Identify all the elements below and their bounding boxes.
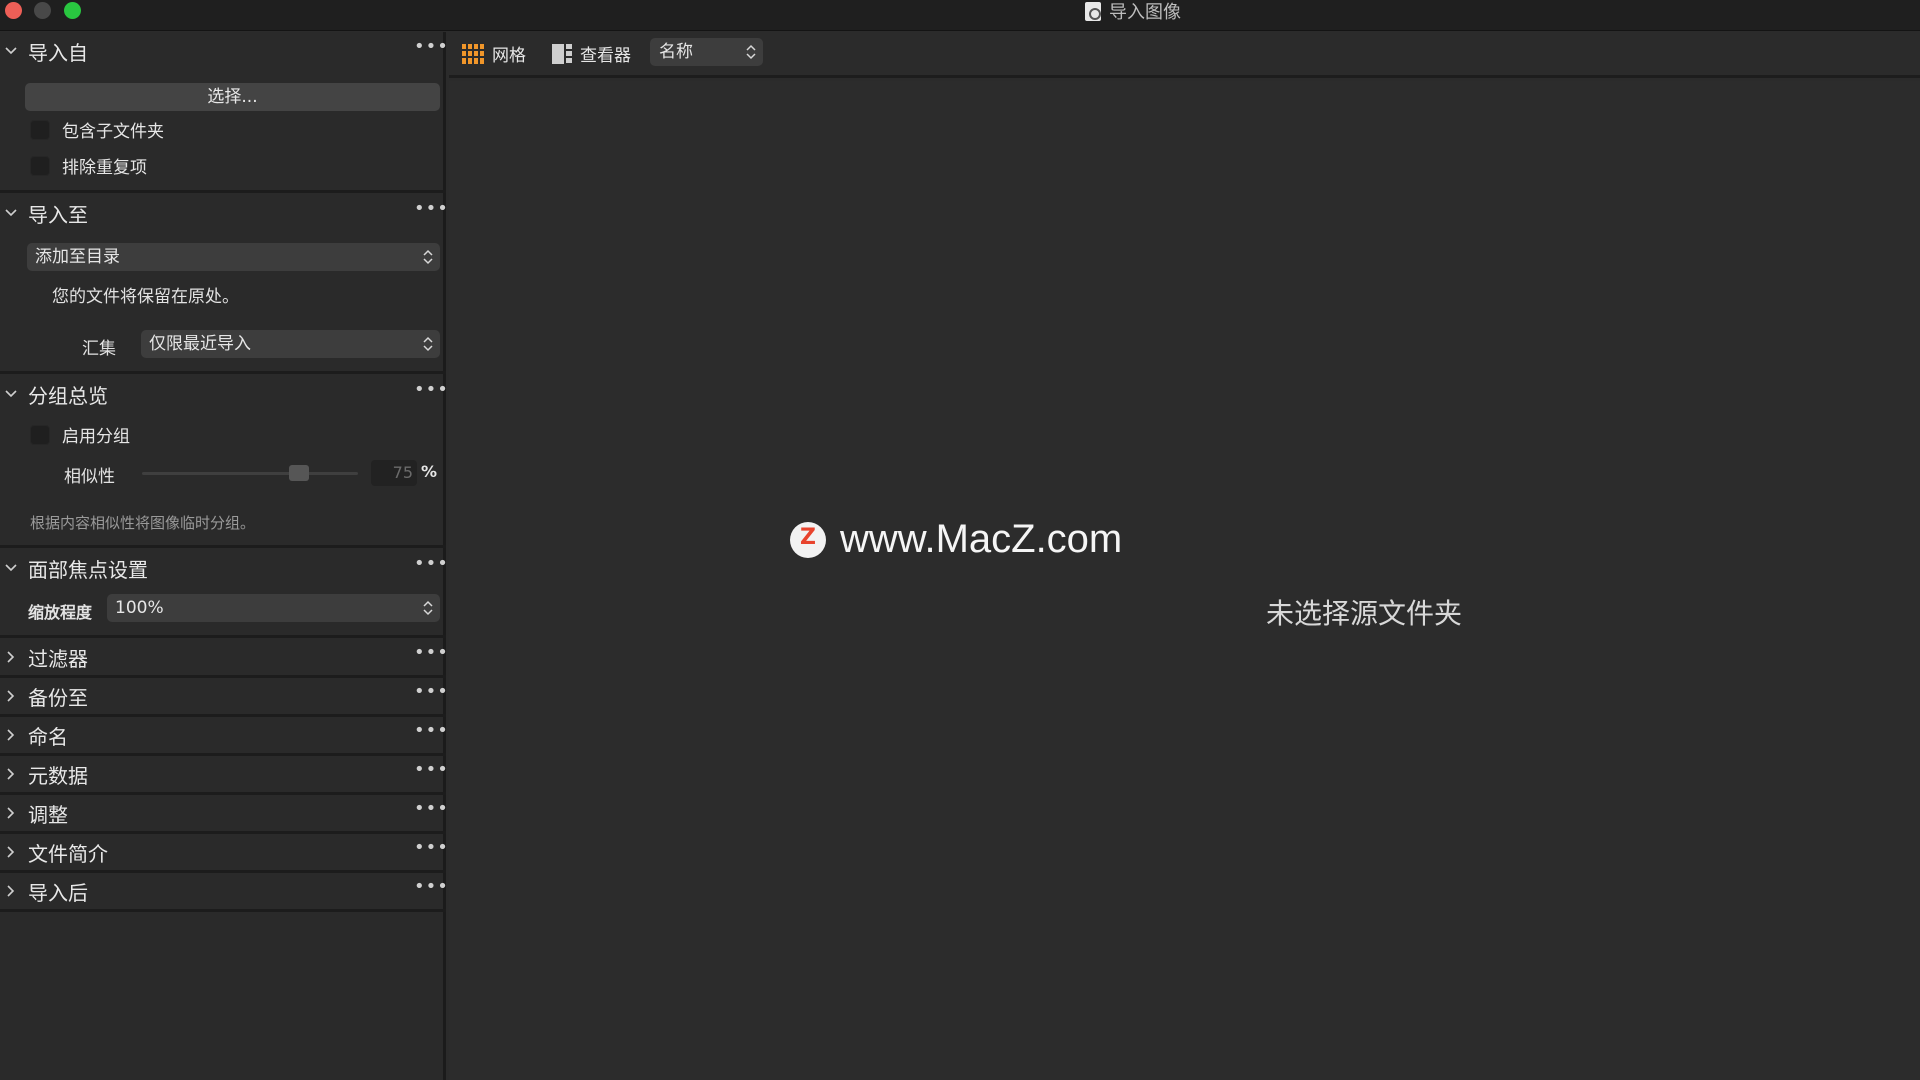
section-import-to-header[interactable]: 导入至 ••• bbox=[0, 194, 448, 232]
macz-logo-icon: Z bbox=[790, 521, 826, 558]
grid-view-label: 网格 bbox=[492, 46, 526, 66]
section-metadata-header[interactable]: 元数据 ••• bbox=[0, 755, 448, 793]
zoom-level-label: 缩放程度 bbox=[28, 603, 93, 622]
more-options-icon[interactable]: ••• bbox=[414, 381, 448, 404]
choose-source-button[interactable]: 选择... bbox=[25, 83, 440, 111]
zoom-level-value: 100% bbox=[115, 598, 164, 618]
viewer-label: 查看器 bbox=[580, 46, 631, 66]
section-adjust-header[interactable]: 调整 ••• bbox=[0, 794, 448, 832]
collection-value: 仅限最近导入 bbox=[149, 334, 251, 354]
enable-grouping-checkbox[interactable] bbox=[30, 424, 50, 445]
window-title: 导入图像 bbox=[1109, 2, 1181, 23]
more-options-icon[interactable]: ••• bbox=[414, 38, 448, 61]
enable-grouping-label: 启用分组 bbox=[62, 427, 130, 447]
viewer-button[interactable]: 查看器 bbox=[552, 41, 631, 66]
chevron-down-icon bbox=[5, 390, 17, 398]
section-title: 备份至 bbox=[28, 685, 88, 710]
zoom-level-select[interactable]: 100% bbox=[107, 594, 440, 622]
exclude-duplicates-checkbox[interactable] bbox=[30, 155, 50, 176]
updown-arrows-icon bbox=[746, 44, 756, 60]
section-divider bbox=[0, 371, 446, 374]
collection-label: 汇集 bbox=[82, 339, 116, 359]
enable-grouping-row[interactable]: 启用分组 bbox=[30, 422, 130, 447]
chevron-down-icon bbox=[5, 209, 17, 217]
section-divider bbox=[0, 190, 446, 193]
chevron-right-icon bbox=[7, 885, 15, 897]
exclude-duplicates-row[interactable]: 排除重复项 bbox=[30, 153, 147, 178]
section-backup-header[interactable]: 备份至 ••• bbox=[0, 677, 448, 715]
include-subfolders-checkbox[interactable] bbox=[30, 119, 50, 140]
section-divider bbox=[0, 545, 446, 548]
chevron-right-icon bbox=[7, 807, 15, 819]
more-options-icon[interactable]: ••• bbox=[414, 644, 448, 667]
close-window-button[interactable] bbox=[5, 2, 22, 19]
destination-select[interactable]: 添加至目录 bbox=[27, 243, 440, 271]
sort-by-value: 名称 bbox=[659, 42, 693, 62]
similarity-unit: % bbox=[421, 462, 438, 481]
import-settings-sidebar: 导入自 ••• 选择... 包含子文件夹 排除重复项 导入至 ••• 添加至目录… bbox=[0, 32, 448, 1080]
more-options-icon[interactable]: ••• bbox=[414, 761, 448, 784]
more-options-icon[interactable]: ••• bbox=[414, 555, 448, 578]
chevron-right-icon bbox=[7, 690, 15, 702]
section-title: 元数据 bbox=[28, 763, 88, 788]
viewer-icon bbox=[552, 43, 572, 64]
minimize-window-button[interactable] bbox=[34, 2, 51, 19]
section-divider bbox=[0, 909, 446, 912]
updown-arrows-icon bbox=[423, 600, 433, 616]
section-title: 导入至 bbox=[28, 202, 88, 227]
more-options-icon[interactable]: ••• bbox=[414, 878, 448, 901]
chevron-right-icon bbox=[7, 729, 15, 741]
collection-select[interactable]: 仅限最近导入 bbox=[141, 330, 440, 358]
section-after-import-header[interactable]: 导入后 ••• bbox=[0, 872, 448, 910]
similarity-value-field[interactable]: 75 bbox=[371, 460, 417, 486]
section-face-focus-header[interactable]: 面部焦点设置 ••• bbox=[0, 549, 448, 587]
maximize-window-button[interactable] bbox=[64, 2, 81, 19]
watermark: Z www.MacZ.com bbox=[790, 517, 1122, 562]
files-stay-note: 您的文件将保留在原处。 bbox=[52, 287, 239, 307]
sort-by-select[interactable]: 名称 bbox=[650, 38, 763, 66]
chevron-right-icon bbox=[7, 651, 15, 663]
chevron-right-icon bbox=[7, 768, 15, 780]
similarity-slider-track[interactable] bbox=[142, 472, 358, 475]
similarity-label: 相似性 bbox=[64, 467, 115, 487]
more-options-icon[interactable]: ••• bbox=[414, 839, 448, 862]
chevron-right-icon bbox=[7, 846, 15, 858]
no-source-folder-message: 未选择源文件夹 bbox=[1266, 597, 1463, 630]
section-title: 文件简介 bbox=[28, 841, 108, 866]
section-title: 面部焦点设置 bbox=[28, 557, 148, 582]
section-title: 分组总览 bbox=[28, 383, 108, 408]
grid-view-button[interactable]: 网格 bbox=[462, 41, 526, 66]
section-filter-header[interactable]: 过滤器 ••• bbox=[0, 638, 448, 676]
grouping-hint: 根据内容相似性将图像临时分组。 bbox=[30, 514, 256, 532]
grid-icon bbox=[462, 43, 484, 64]
updown-arrows-icon bbox=[423, 249, 433, 265]
section-title: 导入自 bbox=[28, 40, 88, 65]
more-options-icon[interactable]: ••• bbox=[414, 722, 448, 745]
destination-value: 添加至目录 bbox=[35, 247, 120, 267]
image-browser-area[interactable] bbox=[449, 81, 1920, 1080]
watermark-text: www.MacZ.com bbox=[840, 517, 1123, 561]
section-naming-header[interactable]: 命名 ••• bbox=[0, 716, 448, 754]
chevron-down-icon bbox=[5, 564, 17, 572]
chevron-down-icon bbox=[5, 47, 17, 55]
section-title: 过滤器 bbox=[28, 646, 88, 671]
more-options-icon[interactable]: ••• bbox=[414, 800, 448, 823]
more-options-icon[interactable]: ••• bbox=[414, 683, 448, 706]
section-title: 调整 bbox=[28, 802, 68, 827]
more-options-icon[interactable]: ••• bbox=[414, 200, 448, 223]
document-icon bbox=[1085, 1, 1101, 21]
exclude-duplicates-label: 排除重复项 bbox=[62, 158, 147, 178]
section-grouping-header[interactable]: 分组总览 ••• bbox=[0, 375, 448, 413]
include-subfolders-row[interactable]: 包含子文件夹 bbox=[30, 117, 164, 142]
section-import-from-header[interactable]: 导入自 ••• bbox=[0, 32, 448, 70]
section-title: 导入后 bbox=[28, 880, 88, 905]
title-bar: 导入图像 bbox=[0, 0, 1920, 31]
similarity-slider-thumb[interactable] bbox=[289, 465, 309, 481]
section-title: 命名 bbox=[28, 724, 68, 749]
section-file-info-header[interactable]: 文件简介 ••• bbox=[0, 833, 448, 871]
include-subfolders-label: 包含子文件夹 bbox=[62, 122, 164, 142]
updown-arrows-icon bbox=[423, 336, 433, 352]
window-title-group: 导入图像 bbox=[1085, 0, 1181, 23]
